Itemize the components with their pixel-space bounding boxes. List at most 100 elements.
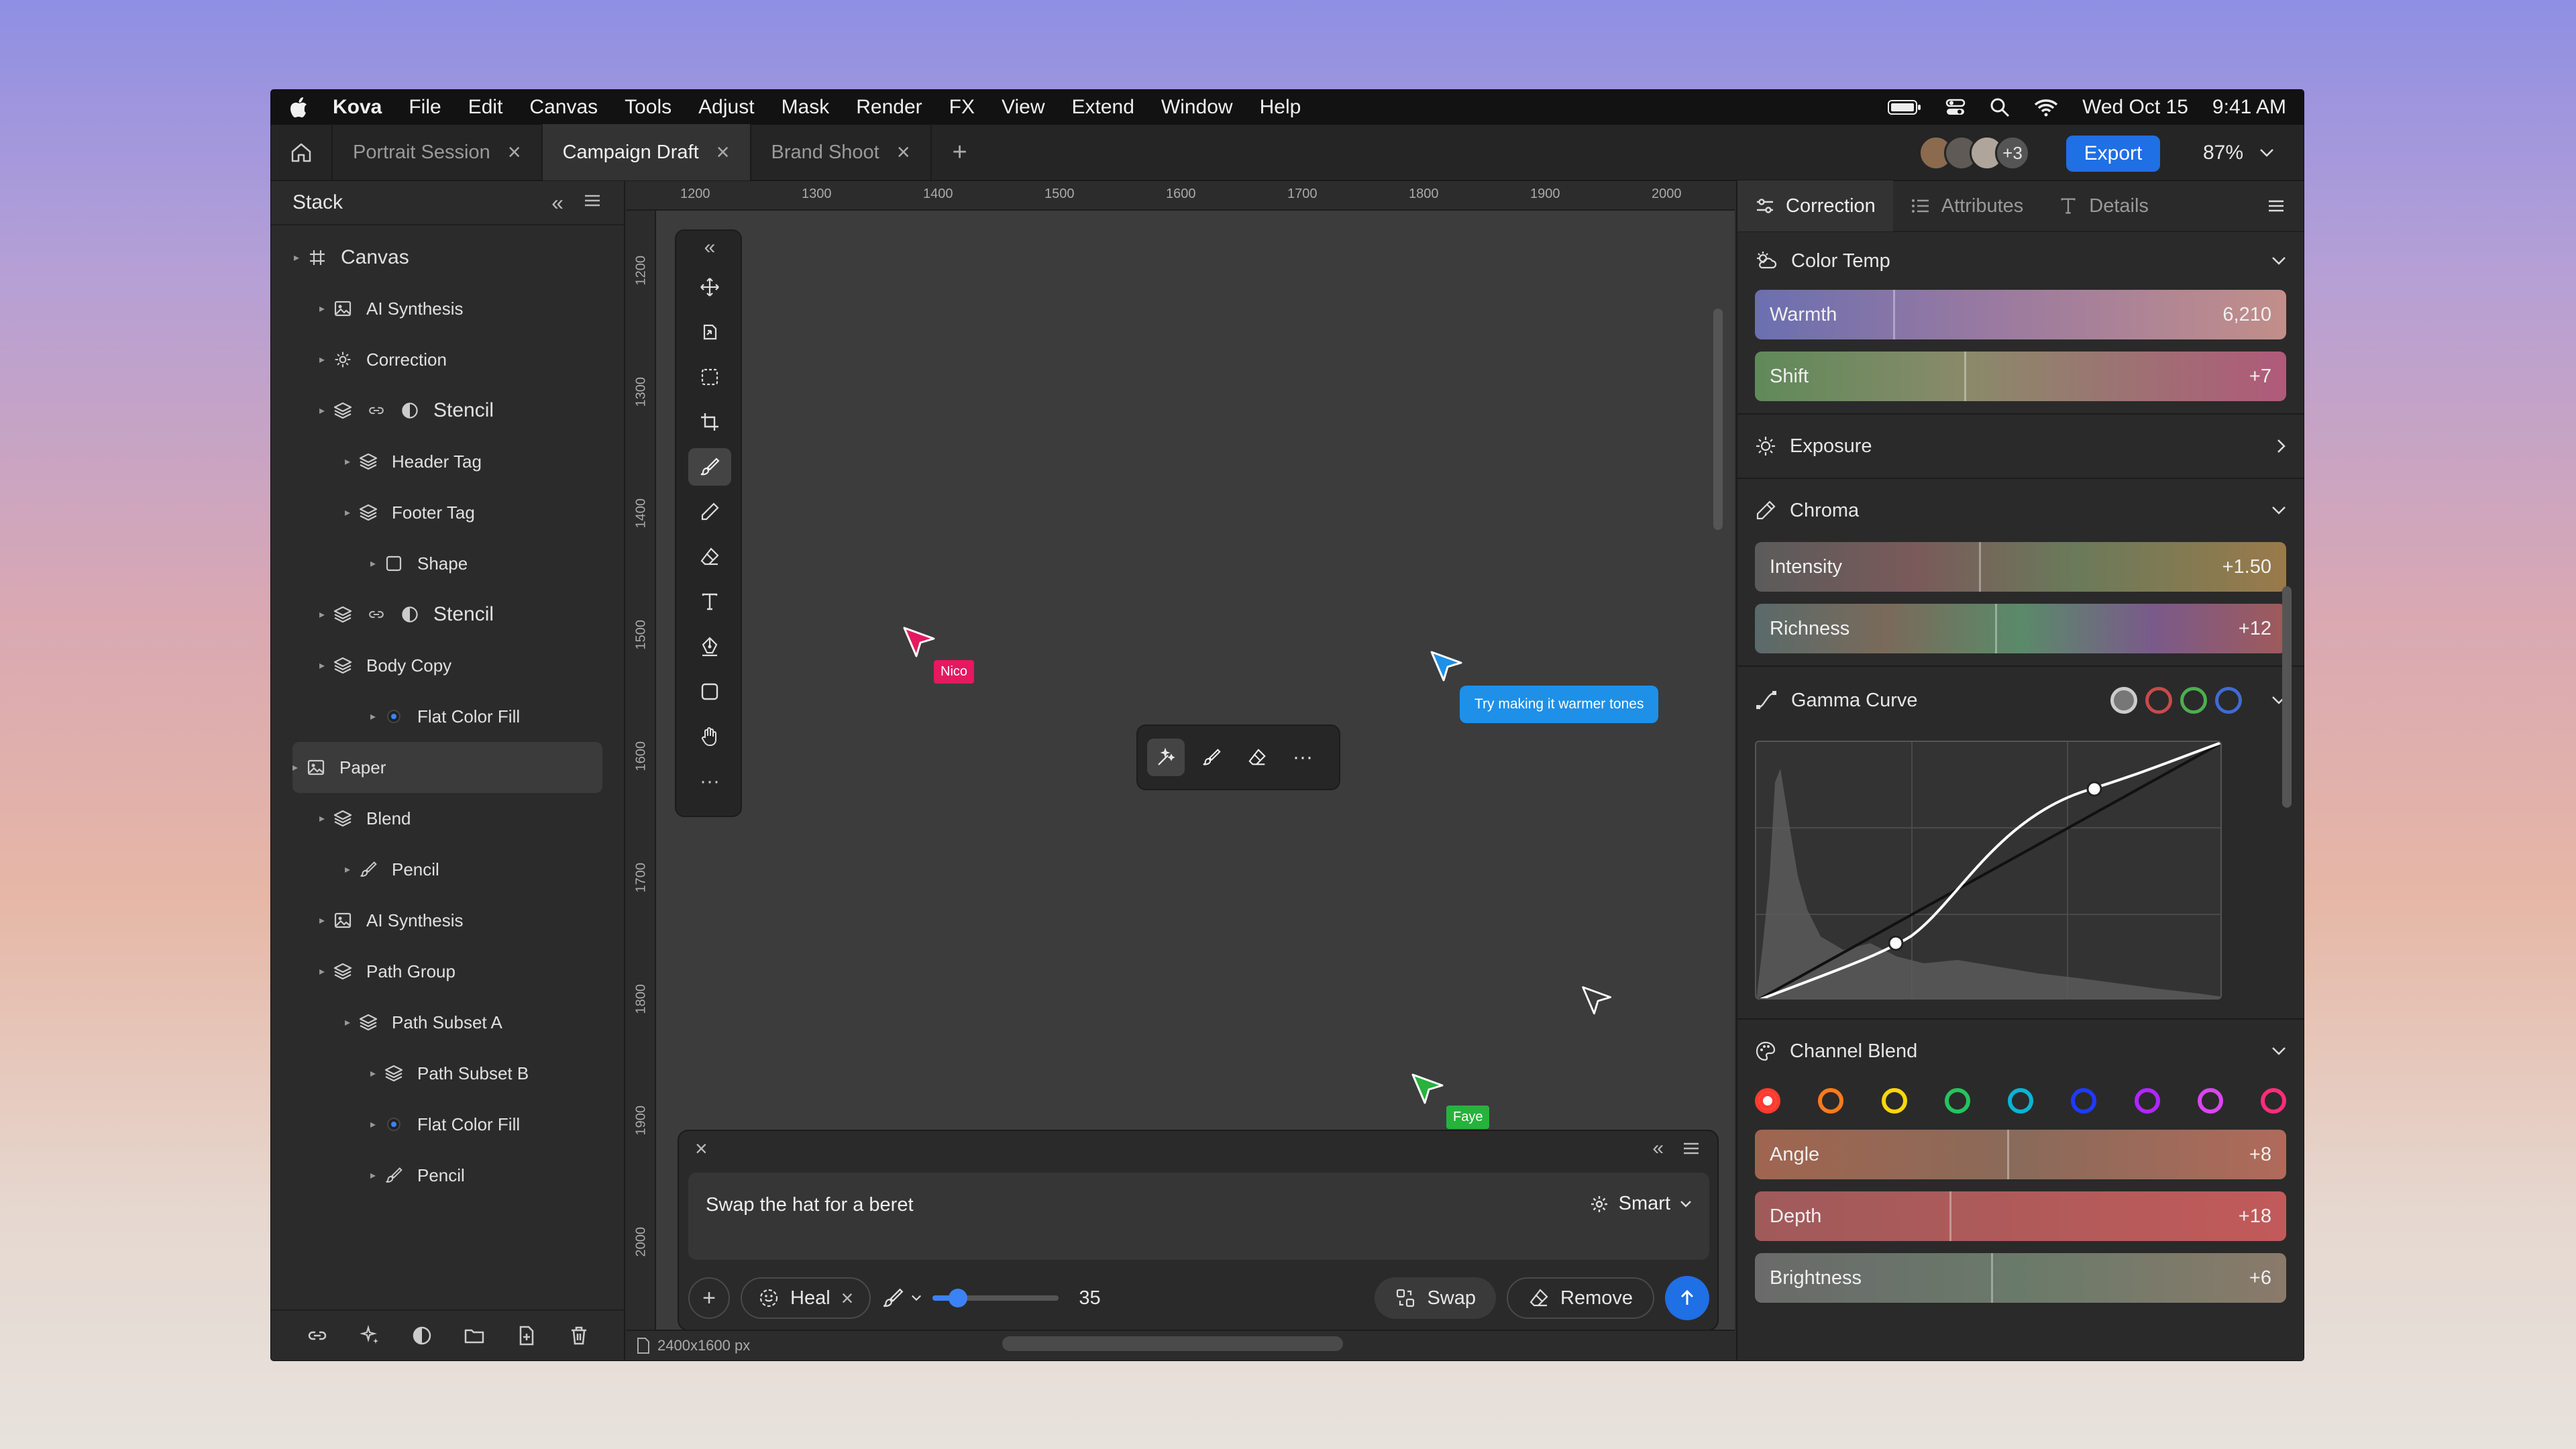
expand-caret-icon[interactable]: ▸ [319,965,333,978]
brush-tool[interactable] [676,444,743,489]
richness-slider[interactable]: Richness +12 [1755,604,2286,653]
layer-row[interactable]: ▸ AI Synthesis [271,283,624,334]
collapse-icon[interactable]: « [1652,1137,1664,1160]
hand-tool[interactable] [676,714,743,759]
brush-size-slider[interactable] [932,1289,1059,1307]
close-icon[interactable]: × [716,140,730,166]
trash-icon[interactable] [568,1324,590,1347]
expand-caret-icon[interactable]: ▸ [345,455,358,468]
avatar-overflow-count[interactable]: +3 [1995,136,2030,170]
close-icon[interactable]: × [508,140,521,166]
collaborator-comment-bubble[interactable]: Try making it warmer tones [1460,686,1659,723]
apple-icon[interactable] [288,96,309,119]
menu-help[interactable]: Help [1260,96,1301,119]
menu-fx[interactable]: FX [949,96,975,119]
eraser-button[interactable] [1238,739,1276,776]
section-header[interactable]: Chroma [1755,479,2286,542]
expand-caret-icon[interactable]: ▸ [370,557,384,570]
color-swatch[interactable] [1818,1088,1844,1114]
collapse-panel-icon[interactable]: « [551,191,564,215]
tab-attributes[interactable]: Attributes [1893,180,2041,231]
expand-caret-icon[interactable]: ▸ [345,863,358,876]
brush-picker[interactable] [881,1287,922,1309]
menu-mask[interactable]: Mask [782,96,830,119]
expand-caret-icon[interactable]: ▸ [370,1118,384,1131]
layer-row[interactable]: ▸ Body Copy [271,640,624,691]
color-swatch[interactable] [2134,1088,2160,1114]
folder-icon[interactable] [463,1324,486,1347]
color-swatch[interactable] [1881,1088,1907,1114]
expand-caret-icon[interactable]: ▸ [319,659,333,672]
horizontal-scrollbar[interactable] [1002,1336,1343,1351]
layer-row[interactable]: ▸ Stencil [271,385,624,436]
layer-row[interactable]: ▸ Pencil [271,1150,624,1201]
prompt-input[interactable]: Swap the hat for a beret Smart [688,1173,1709,1260]
rectangle-tool[interactable] [676,669,743,714]
menu-adjust[interactable]: Adjust [698,96,754,119]
menu-canvas[interactable]: Canvas [529,96,598,119]
expand-caret-icon[interactable]: ▸ [319,302,333,315]
menu-file[interactable]: File [409,96,441,119]
expand-caret-icon[interactable]: ▸ [294,251,307,264]
layer-row[interactable]: ▸ Header Tag [271,436,624,487]
channel-blue[interactable] [2215,687,2242,714]
channel-rgb[interactable] [2110,687,2137,714]
swap-button[interactable]: Swap [1375,1277,1496,1319]
angle-slider[interactable]: Angle +8 [1755,1130,2286,1179]
close-icon[interactable]: × [841,1286,854,1311]
search-icon[interactable] [1990,97,2010,117]
link-icon[interactable] [306,1324,329,1347]
ai-brush-button[interactable] [1147,739,1185,776]
layer-row[interactable]: ▸ Flat Color Fill [271,1099,624,1150]
channel-green[interactable] [2180,687,2207,714]
expand-caret-icon[interactable]: ▸ [370,1169,384,1182]
layer-row[interactable]: ▸ Path Subset A [271,997,624,1048]
mode-dropdown[interactable]: Smart [1589,1193,1692,1215]
more-options-button[interactable]: ··· [1284,739,1322,776]
heal-chip[interactable]: Heal × [741,1277,871,1319]
expand-caret-icon[interactable]: ▸ [292,761,306,774]
link-icon[interactable] [366,604,386,625]
layer-row[interactable]: ▸ Correction [271,334,624,385]
layer-row[interactable]: ▸ Stencil [271,589,624,640]
menu-edit[interactable]: Edit [468,96,503,119]
ai-sparkle-icon[interactable] [358,1324,381,1347]
tab-campaign-draft[interactable]: Campaign Draft × [542,124,751,180]
layer-row[interactable]: ▸ Path Subset B [271,1048,624,1099]
tab-details[interactable]: Details [2041,180,2166,231]
section-header[interactable]: Color Temp [1755,232,2286,290]
menu-icon[interactable] [1681,1138,1701,1159]
expand-caret-icon[interactable]: ▸ [345,1016,358,1029]
brush-button[interactable] [1193,739,1230,776]
layer-row[interactable]: ▸ AI Synthesis [271,895,624,946]
transform-tool[interactable] [676,309,743,354]
adjustment-icon[interactable] [411,1324,433,1347]
export-button[interactable]: Export [2066,136,2160,172]
add-attachment-button[interactable]: + [688,1277,730,1319]
color-swatch[interactable] [2071,1088,2097,1114]
menubar-time[interactable]: 9:41 AM [2212,96,2286,119]
layer-row[interactable]: ▸ Paper [292,742,602,793]
layer-row[interactable]: ▸ Flat Color Fill [271,691,624,742]
pen-tool[interactable] [676,624,743,669]
warmth-slider[interactable]: Warmth 6,210 [1755,290,2286,339]
layer-row[interactable]: ▸ Canvas [271,232,624,283]
intensity-slider[interactable]: Intensity +1.50 [1755,542,2286,592]
send-button[interactable] [1665,1276,1709,1320]
new-layer-icon[interactable] [515,1324,538,1347]
marquee-tool[interactable] [676,354,743,399]
expand-caret-icon[interactable]: ▸ [319,812,333,825]
eraser-tool[interactable] [676,534,743,579]
section-header[interactable]: Channel Blend [1755,1020,2286,1083]
expand-caret-icon[interactable]: ▸ [319,353,333,366]
tab-correction[interactable]: Correction [1737,180,1893,231]
expand-caret-icon[interactable]: ▸ [370,1067,384,1080]
home-button[interactable] [271,124,333,180]
menu-window[interactable]: Window [1161,96,1233,119]
crop-tool[interactable] [676,399,743,444]
text-tool[interactable] [676,579,743,624]
wifi-icon[interactable] [2034,98,2058,117]
menubar-date[interactable]: Wed Oct 15 [2082,96,2188,119]
more-tools-button[interactable]: ··· [676,759,743,804]
new-tab-button[interactable]: + [932,124,988,180]
